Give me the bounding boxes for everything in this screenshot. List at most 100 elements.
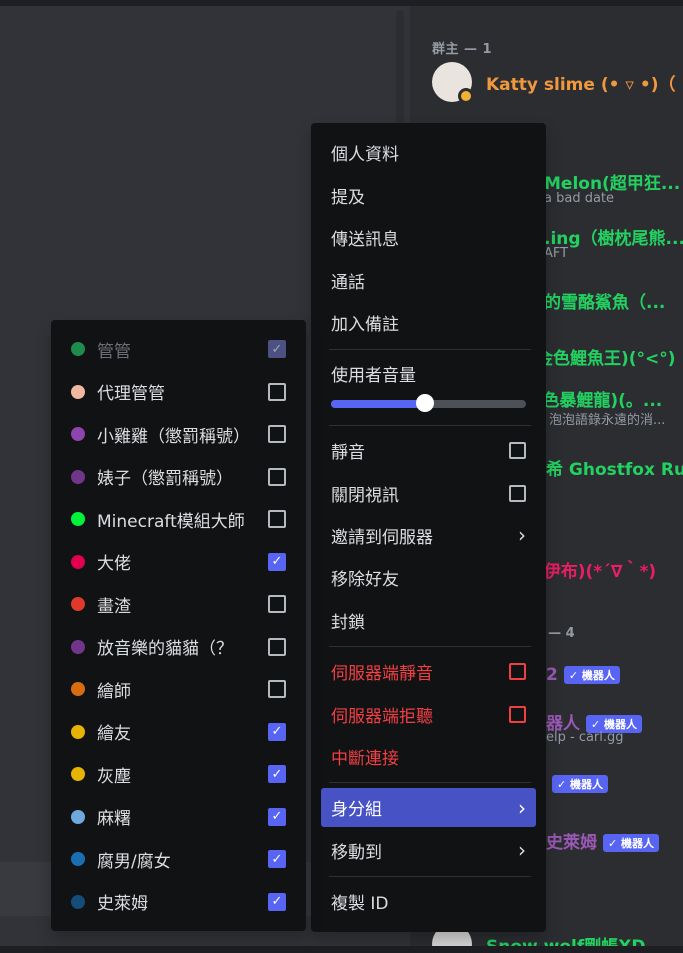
role-checkbox[interactable] <box>268 510 286 528</box>
role-color-dot <box>71 512 85 526</box>
menu-item-roles[interactable]: 身分組 › <box>321 788 536 827</box>
role-checkbox[interactable]: ✓ <box>268 850 286 868</box>
menu-item-message[interactable]: 傳送訊息 <box>321 219 536 255</box>
menu-item-profile[interactable]: 個人資料 <box>321 134 536 170</box>
role-color-dot <box>71 724 85 739</box>
menu-item-invite-to-server[interactable]: 邀請到伺服器 › <box>321 517 536 553</box>
role-name: 繪師 <box>97 681 131 702</box>
role-checkbox[interactable]: ✓ <box>268 765 286 783</box>
bot-badge: ✓ 機器人 <box>603 834 660 852</box>
role-item[interactable]: 放音樂的貓貓（？ <box>61 629 296 665</box>
role-item[interactable]: 繪師 <box>61 671 296 707</box>
member-status-partial: a bad date <box>544 191 615 206</box>
role-item[interactable]: 繪友 ✓ <box>61 714 296 750</box>
menu-item-move-to[interactable]: 移動到 › <box>321 832 536 868</box>
role-checkbox[interactable] <box>268 680 286 698</box>
roles-submenu: 管管 ✓ 代理管管小雞雞（懲罰稱號） 婊子（懲罰稱號） Minecraft模組大師大佬 ✓… <box>51 320 306 931</box>
menu-separator <box>329 425 531 426</box>
menu-item-mention[interactable]: 提及 <box>321 177 536 213</box>
member-name-partial[interactable]: 希 Ghostfox Ru... <box>546 455 683 480</box>
chevron-right-icon: › <box>518 838 526 862</box>
role-name: 畫渣 <box>97 596 131 617</box>
menu-item-mute[interactable]: 靜音 <box>321 432 536 468</box>
menu-item-disable-video[interactable]: 關閉視訊 <box>321 475 536 511</box>
role-item: 管管 ✓ <box>61 331 296 367</box>
role-name: 小雞雞（懲罰稱號） <box>97 426 250 447</box>
bottom-strip <box>0 946 683 953</box>
chevron-right-icon: › <box>518 523 526 547</box>
menu-separator <box>329 876 531 877</box>
role-item[interactable]: Minecraft模組大師 <box>61 501 296 537</box>
role-checkbox[interactable]: ✓ <box>268 807 286 826</box>
member-name-partial[interactable]: I色暴鯉龍)(。... <box>536 386 662 411</box>
role-name: 繪友 <box>97 724 131 744</box>
member-name: Katty slime (• ▿ •)（ ... <box>486 74 683 95</box>
role-item[interactable]: 畫渣 <box>61 586 296 622</box>
role-name: 大佬 <box>97 554 131 574</box>
role-item[interactable]: 腐男/腐女 ✓ <box>61 841 296 877</box>
menu-item-call[interactable]: 通話 <box>321 262 536 298</box>
chevron-right-icon: › <box>518 795 526 820</box>
role-color-dot <box>71 767 85 781</box>
role-name: 管管 <box>97 341 131 362</box>
bot-badge: ✓ 機器人 <box>563 666 620 684</box>
menu-item-copy-id[interactable]: 複製 ID <box>321 883 536 919</box>
member-name-partial[interactable]: 金色鯉魚王)(°<°) <box>536 344 676 369</box>
role-color-dot <box>71 554 85 569</box>
server-mute-checkbox[interactable] <box>509 662 526 680</box>
menu-item-disconnect[interactable]: 中斷連接 <box>321 738 536 774</box>
role-item[interactable]: 婊子（懲罰稱號） <box>61 459 296 495</box>
role-checkbox[interactable]: ✓ <box>268 552 286 571</box>
role-color-dot <box>71 427 85 441</box>
menu-item-add-note[interactable]: 加入備註 <box>321 304 536 340</box>
member-name-partial[interactable]: (伊布)(*´∇｀*) <box>536 557 656 582</box>
role-item[interactable]: 灰塵 ✓ <box>61 756 296 792</box>
role-item[interactable]: 大佬 ✓ <box>61 544 296 580</box>
role-name: 代理管管 <box>97 384 165 404</box>
role-checkbox[interactable] <box>268 637 286 656</box>
role-color-dot <box>71 639 85 654</box>
member-status-partial: 、泡泡語錄永遠的消... <box>536 413 666 428</box>
menu-item-server-deafen[interactable]: 伺服器端拒聽 <box>321 696 536 732</box>
member-name-partial[interactable]: 史萊姆 ✓ 機器人 <box>546 828 660 853</box>
idle-status-icon <box>458 88 474 104</box>
bot-badge: ✓ 機器人 <box>552 775 609 793</box>
member-name-partial[interactable]: ✓ 機器人 <box>546 774 609 794</box>
role-color-dot <box>71 597 85 611</box>
role-checkbox: ✓ <box>268 340 286 358</box>
role-name: 灰塵 <box>97 766 131 787</box>
menu-separator <box>329 349 531 350</box>
slider-handle[interactable] <box>415 394 434 412</box>
role-item[interactable]: 小雞雞（懲罰稱號） <box>61 416 296 452</box>
menu-item-block[interactable]: 封鎖 <box>321 602 536 638</box>
role-checkbox[interactable] <box>268 382 286 401</box>
role-item[interactable]: 代理管管 <box>61 374 296 410</box>
server-deafen-checkbox[interactable] <box>509 705 526 723</box>
role-color-dot <box>71 852 85 866</box>
role-checkbox[interactable] <box>268 425 286 443</box>
member-item-owner[interactable]: Katty slime (• ▿ •)（ ... <box>432 60 683 104</box>
menu-item-server-mute[interactable]: 伺服器端靜音 <box>321 653 536 689</box>
disable-video-checkbox[interactable] <box>509 484 526 502</box>
member-name-partial[interactable]: 2 ✓ 機器人 <box>546 665 620 685</box>
user-volume-slider[interactable] <box>331 394 526 412</box>
menu-item-remove-friend[interactable]: 移除好友 <box>321 559 536 595</box>
member-name-partial[interactable]: 的雪酪鯊魚（... <box>544 288 665 313</box>
role-name: 放音樂的貓貓（？ <box>97 639 233 659</box>
role-checkbox[interactable]: ✓ <box>268 892 286 911</box>
mute-checkbox[interactable] <box>509 441 526 459</box>
role-item[interactable]: 麻糬 ✓ <box>61 799 296 835</box>
role-name: 腐男/腐女 <box>97 851 171 872</box>
role-color-dot <box>71 469 85 484</box>
role-name: 婊子（懲罰稱號） <box>97 469 233 489</box>
user-context-menu: 個人資料 提及 傳送訊息 通話 加入備註 使用者音量 靜音 關閉視訊 邀請到伺服… <box>311 123 546 932</box>
owner-role-header: 群主 — 1 <box>432 42 493 57</box>
role-checkbox[interactable] <box>268 467 286 486</box>
role-color-dot <box>71 809 85 824</box>
role-checkbox[interactable] <box>268 595 286 613</box>
role-color-dot <box>71 682 85 696</box>
role-item[interactable]: 史萊姆 ✓ <box>61 884 296 920</box>
role-color-dot <box>71 894 85 909</box>
role-name: 史萊姆 <box>97 894 148 914</box>
role-checkbox[interactable]: ✓ <box>268 722 286 741</box>
